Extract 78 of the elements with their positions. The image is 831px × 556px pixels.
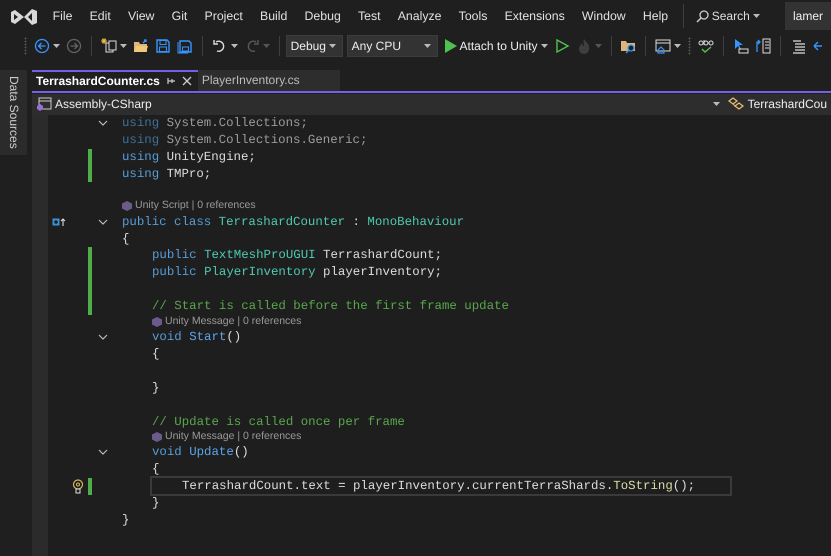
caret-icon[interactable] [752,14,760,18]
code-line: public class TerrashardCounter : MonoBehaviour [122,214,464,230]
code-line: using UnityEngine; [122,149,256,166]
project-dropdown[interactable]: Assembly-CSharp [32,95,724,114]
search-icon [696,10,709,22]
fold-chevron-icon[interactable] [98,334,108,340]
code-line: // Update is called once per frame [152,414,405,430]
fold-chevron-icon[interactable] [98,449,108,456]
code-line: using TMPro; [122,166,212,182]
lightbulb-icon[interactable] [72,478,84,494]
menu-item[interactable]: Window [573,6,634,26]
codelens-text[interactable]: Unity Message | 0 references [165,429,302,445]
close-icon[interactable] [182,76,192,86]
code-line: { [152,461,160,478]
codelens-text[interactable]: Unity Message | 0 references [165,314,302,330]
cube-icon [152,432,162,442]
cube-icon [152,316,162,327]
menu-item[interactable]: Help [634,6,677,26]
menu-item[interactable]: Git [163,6,196,26]
menu-item[interactable]: Debug [296,6,350,26]
menu-item[interactable]: Edit [81,6,120,26]
code-line: { [122,230,130,247]
code-line: void Start() [152,329,242,346]
caret-icon[interactable] [328,44,336,48]
caret-icon[interactable] [230,44,238,48]
codelens-text[interactable]: Unity Script | 0 references [135,198,256,214]
code-line: } [152,380,160,396]
open-folder-icon [133,38,150,54]
forward-icon [66,38,82,54]
window-home-icon [655,38,672,54]
code-line: void Update() [152,444,249,460]
menu-item[interactable]: View [119,6,164,26]
caret-icon[interactable] [674,44,682,48]
code-line: } [152,495,160,512]
class-icon [728,97,744,112]
code-line: public TextMeshProUGUI TerrashardCount; [152,247,442,264]
pin-icon[interactable] [166,76,176,86]
implements-icon[interactable] [52,216,66,227]
cube-icon [122,201,132,212]
attach-run-button[interactable]: Attach to Unity [442,34,551,58]
menu-item[interactable]: Build [251,6,296,26]
new-item-icon [101,38,118,54]
caret-icon[interactable] [120,44,128,48]
document-tab[interactable]: PlayerInventory.cs [198,70,340,91]
code-line: using System.Collections; [122,115,308,132]
code-line: { [152,346,160,362]
cursor-icon [733,38,750,54]
search-button[interactable]: Search [690,7,766,25]
menu-item[interactable]: Extensions [496,6,574,26]
account-button[interactable]: lamer [784,2,831,30]
code-line: } [122,512,130,528]
caret-icon[interactable] [424,44,430,48]
configuration-dropdown[interactable]: Any CPU [346,34,438,57]
document-arrow-icon [755,38,772,54]
side-panel-tab[interactable]: Data Sources [0,70,27,155]
caret-icon[interactable] [712,102,720,106]
project-icon [36,97,52,112]
caret-icon[interactable] [53,44,60,48]
type-dropdown[interactable]: TerrashardCou [724,95,831,114]
menu-item[interactable]: Project [196,6,252,26]
code-line: // Start is called before the first frame update [152,298,509,314]
spell-check-icon [698,38,714,54]
code-line: TerrashardCount.text = playerInventory.currentTerraShards.ToString(); [152,478,730,494]
play-icon [444,38,456,53]
menu-item[interactable]: Analyze [389,6,450,26]
fold-chevron-icon[interactable] [98,218,108,225]
save-icon [155,38,172,54]
back-icon [34,38,50,54]
play-outline-icon [554,38,570,54]
code-line: public PlayerInventory playerInventory; [152,264,442,280]
menu-item[interactable]: File [44,6,82,26]
configuration-dropdown[interactable]: Debug [286,34,343,57]
caret-icon[interactable] [540,44,548,48]
menu-item[interactable]: Tools [450,6,496,26]
save-all-icon [177,38,194,54]
fold-chevron-icon[interactable] [98,120,108,126]
code-line: using System.Collections.Generic; [122,132,368,148]
menu-item[interactable]: Test [349,6,390,26]
